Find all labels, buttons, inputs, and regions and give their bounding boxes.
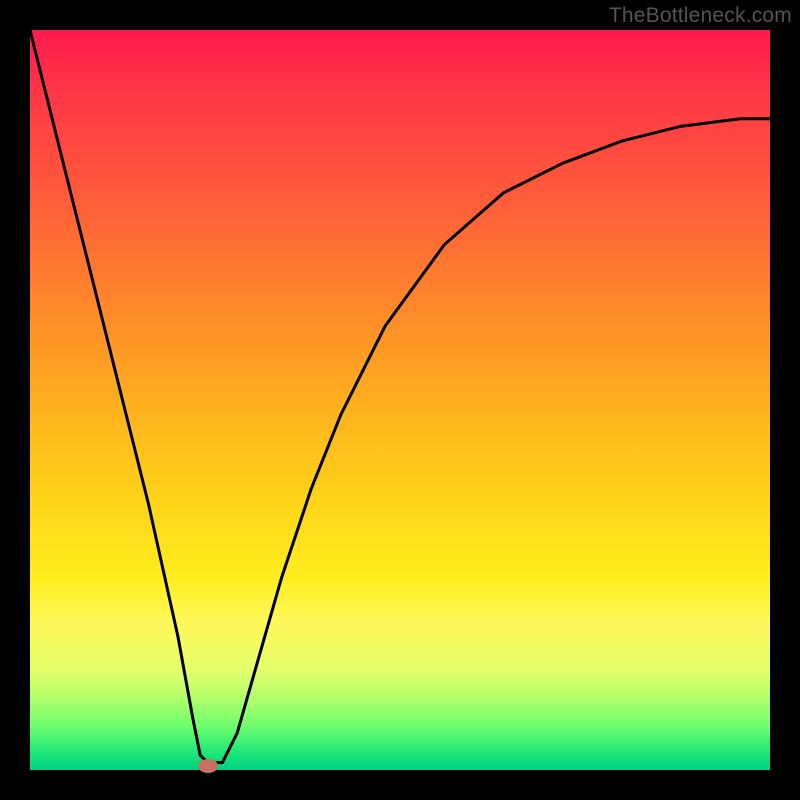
chart-frame: TheBottleneck.com [0,0,800,800]
watermark-text: TheBottleneck.com [609,4,792,28]
curve-path [30,30,770,763]
bottleneck-curve [30,30,770,770]
optimal-point-marker [198,759,218,773]
plot-area [30,30,770,770]
